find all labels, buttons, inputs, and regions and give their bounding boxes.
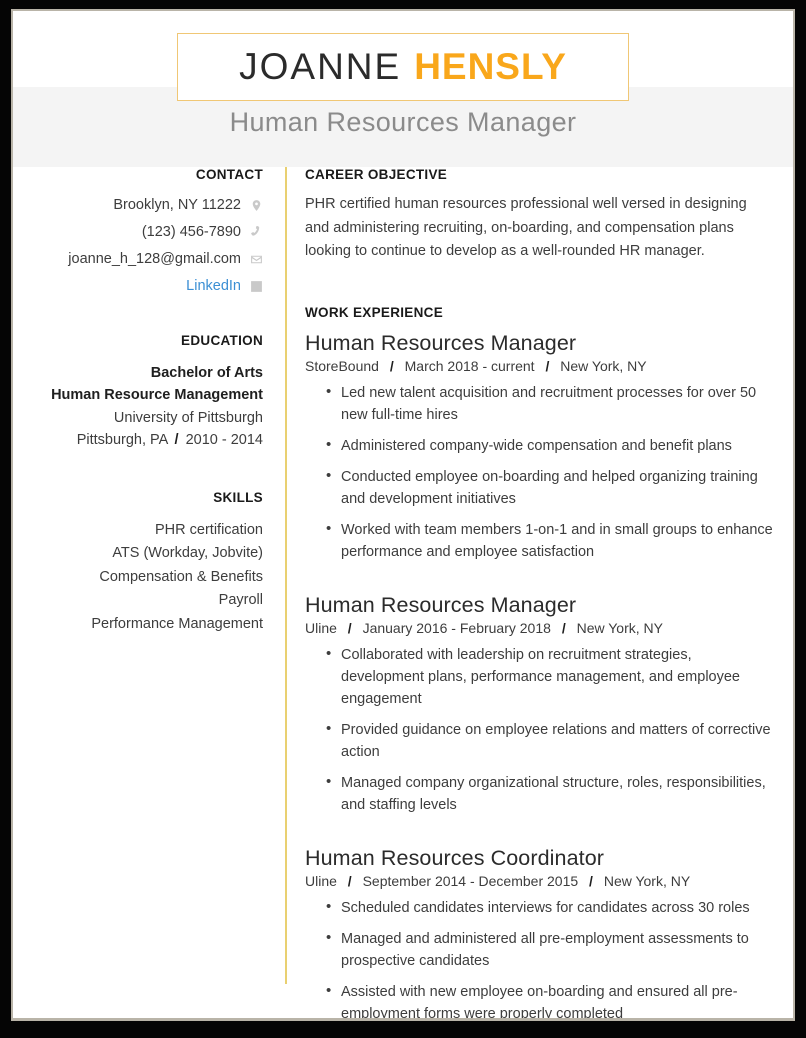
job-company: Uline — [305, 873, 337, 890]
job-meta-separator: / — [347, 873, 352, 890]
first-name: JOANNE — [239, 46, 402, 87]
job-meta: StoreBound / March 2018 - current / New … — [305, 358, 773, 374]
contact-item-address: Brooklyn, NY 11222 — [13, 196, 263, 214]
skill-item: Compensation & Benefits — [99, 568, 263, 585]
job-bullet: Scheduled candidates interviews for cand… — [305, 896, 773, 919]
job-title: Human Resources Coordinator — [305, 846, 605, 871]
job-meta: Uline / January 2016 - February 2018 / N… — [305, 620, 773, 636]
education-heading: EDUCATION — [181, 333, 263, 348]
phone-icon — [251, 225, 260, 236]
job-bullet-list: Scheduled candidates interviews for cand… — [305, 896, 773, 1018]
skill-item: Performance Management — [91, 615, 263, 632]
skill-item: PHR certification — [155, 521, 263, 538]
education-location-years: Pittsburgh, PA / 2010 - 2014 — [13, 429, 263, 451]
sidebar-section-skills: SKILLS PHR certification ATS (Workday, J… — [13, 490, 263, 636]
job-bullet: Assisted with new employee on-boarding a… — [305, 980, 773, 1018]
envelope-icon — [251, 255, 262, 263]
career-objective-heading: CAREER OBJECTIVE — [305, 167, 448, 182]
resume-page: JOANNE HENSLY Human Resources Manager CO… — [13, 11, 793, 1018]
job-bullet: Managed and administered all pre-employm… — [305, 927, 773, 972]
skills-heading: SKILLS — [213, 489, 263, 505]
job-location: New York, NY — [576, 620, 663, 637]
job-dates: September 2014 - December 2015 — [362, 873, 579, 890]
job-meta: Uline / September 2014 - December 2015 /… — [305, 873, 773, 889]
job-meta-separator: / — [561, 620, 566, 637]
linkedin-icon[interactable] — [250, 280, 263, 293]
contact-address-text: Brooklyn, NY 11222 — [113, 197, 241, 213]
main-column: CAREER OBJECTIVE PHR certified human res… — [305, 167, 773, 1018]
contact-item-phone: (123) 456-7890 — [13, 223, 263, 241]
experience-entry: Human Resources Manager Uline / January … — [305, 593, 773, 816]
column-divider — [285, 167, 287, 984]
contact-linkedin-text[interactable]: LinkedIn — [186, 278, 241, 294]
job-bullet: Administered company-wide compensation a… — [305, 434, 773, 457]
contact-email-text: joanne_h_128@gmail.com — [68, 251, 241, 267]
job-meta-separator: / — [347, 620, 352, 637]
job-meta-separator: / — [389, 357, 394, 374]
experience-entry: Human Resources Coordinator Uline / Sept… — [305, 846, 773, 1018]
education-location: Pittsburgh, PA — [76, 432, 168, 449]
job-title: Human Resources Manager — [305, 330, 577, 355]
job-title: Human Resources Manager — [305, 593, 577, 618]
sidebar-section-education: EDUCATION Bachelor of Arts Human Resourc… — [13, 333, 263, 452]
contact-item-linkedin[interactable]: LinkedIn — [13, 277, 263, 295]
job-bullet: Led new talent acquisition and recruitme… — [305, 381, 773, 426]
sidebar-section-contact: CONTACT Brooklyn, NY 11222 (123) 456-789… — [13, 167, 263, 295]
job-bullet: Conducted employee on-boarding and helpe… — [305, 465, 773, 510]
job-bullet-list: Collaborated with leadership on recruitm… — [305, 643, 773, 816]
resume-header: JOANNE HENSLY Human Resources Manager — [13, 11, 793, 167]
last-name: HENSLY — [414, 46, 567, 87]
sidebar: CONTACT Brooklyn, NY 11222 (123) 456-789… — [13, 167, 263, 674]
resume-body: CONTACT Brooklyn, NY 11222 (123) 456-789… — [13, 167, 793, 1018]
job-location: New York, NY — [560, 357, 647, 374]
job-company: Uline — [305, 620, 337, 637]
job-company: StoreBound — [305, 357, 379, 374]
contact-heading: CONTACT — [195, 167, 263, 182]
section-career-objective: CAREER OBJECTIVE PHR certified human res… — [305, 167, 773, 264]
page-frame: JOANNE HENSLY Human Resources Manager CO… — [0, 0, 806, 1038]
job-meta-separator: / — [589, 873, 593, 890]
job-dates: January 2016 - February 2018 — [362, 620, 551, 637]
job-bullet: Provided guidance on employee relations … — [305, 718, 773, 763]
contact-item-email: joanne_h_128@gmail.com — [13, 250, 263, 268]
education-field: Human Resource Management — [51, 387, 263, 404]
name-box: JOANNE HENSLY — [177, 33, 629, 101]
work-experience-heading: WORK EXPERIENCE — [305, 304, 444, 320]
experience-entry: Human Resources Manager StoreBound / Mar… — [305, 331, 773, 563]
job-subtitle: Human Resources Manager — [229, 107, 577, 137]
education-degree: Bachelor of Arts — [150, 365, 263, 381]
job-bullet: Collaborated with leadership on recruitm… — [305, 643, 773, 710]
education-years: 2010 - 2014 — [185, 432, 263, 449]
skill-item: Payroll — [218, 592, 263, 609]
education-separator: / — [174, 432, 179, 449]
job-bullet: Worked with team members 1-on-1 and in s… — [305, 518, 773, 563]
skill-item: ATS (Workday, Jobvite) — [112, 545, 263, 562]
job-bullet: Managed company organizational structure… — [305, 771, 773, 816]
education-school: University of Pittsburgh — [113, 409, 263, 426]
job-meta-separator: / — [545, 357, 550, 374]
contact-phone-text: (123) 456-7890 — [141, 224, 241, 240]
section-work-experience: WORK EXPERIENCE Human Resources Manager … — [305, 305, 773, 1018]
career-objective-text: PHR certified human resources profession… — [305, 196, 747, 260]
job-location: New York, NY — [603, 873, 691, 890]
location-pin-icon — [252, 199, 261, 211]
job-dates: March 2018 - current — [404, 357, 535, 374]
job-bullet-list: Led new talent acquisition and recruitme… — [305, 381, 773, 563]
